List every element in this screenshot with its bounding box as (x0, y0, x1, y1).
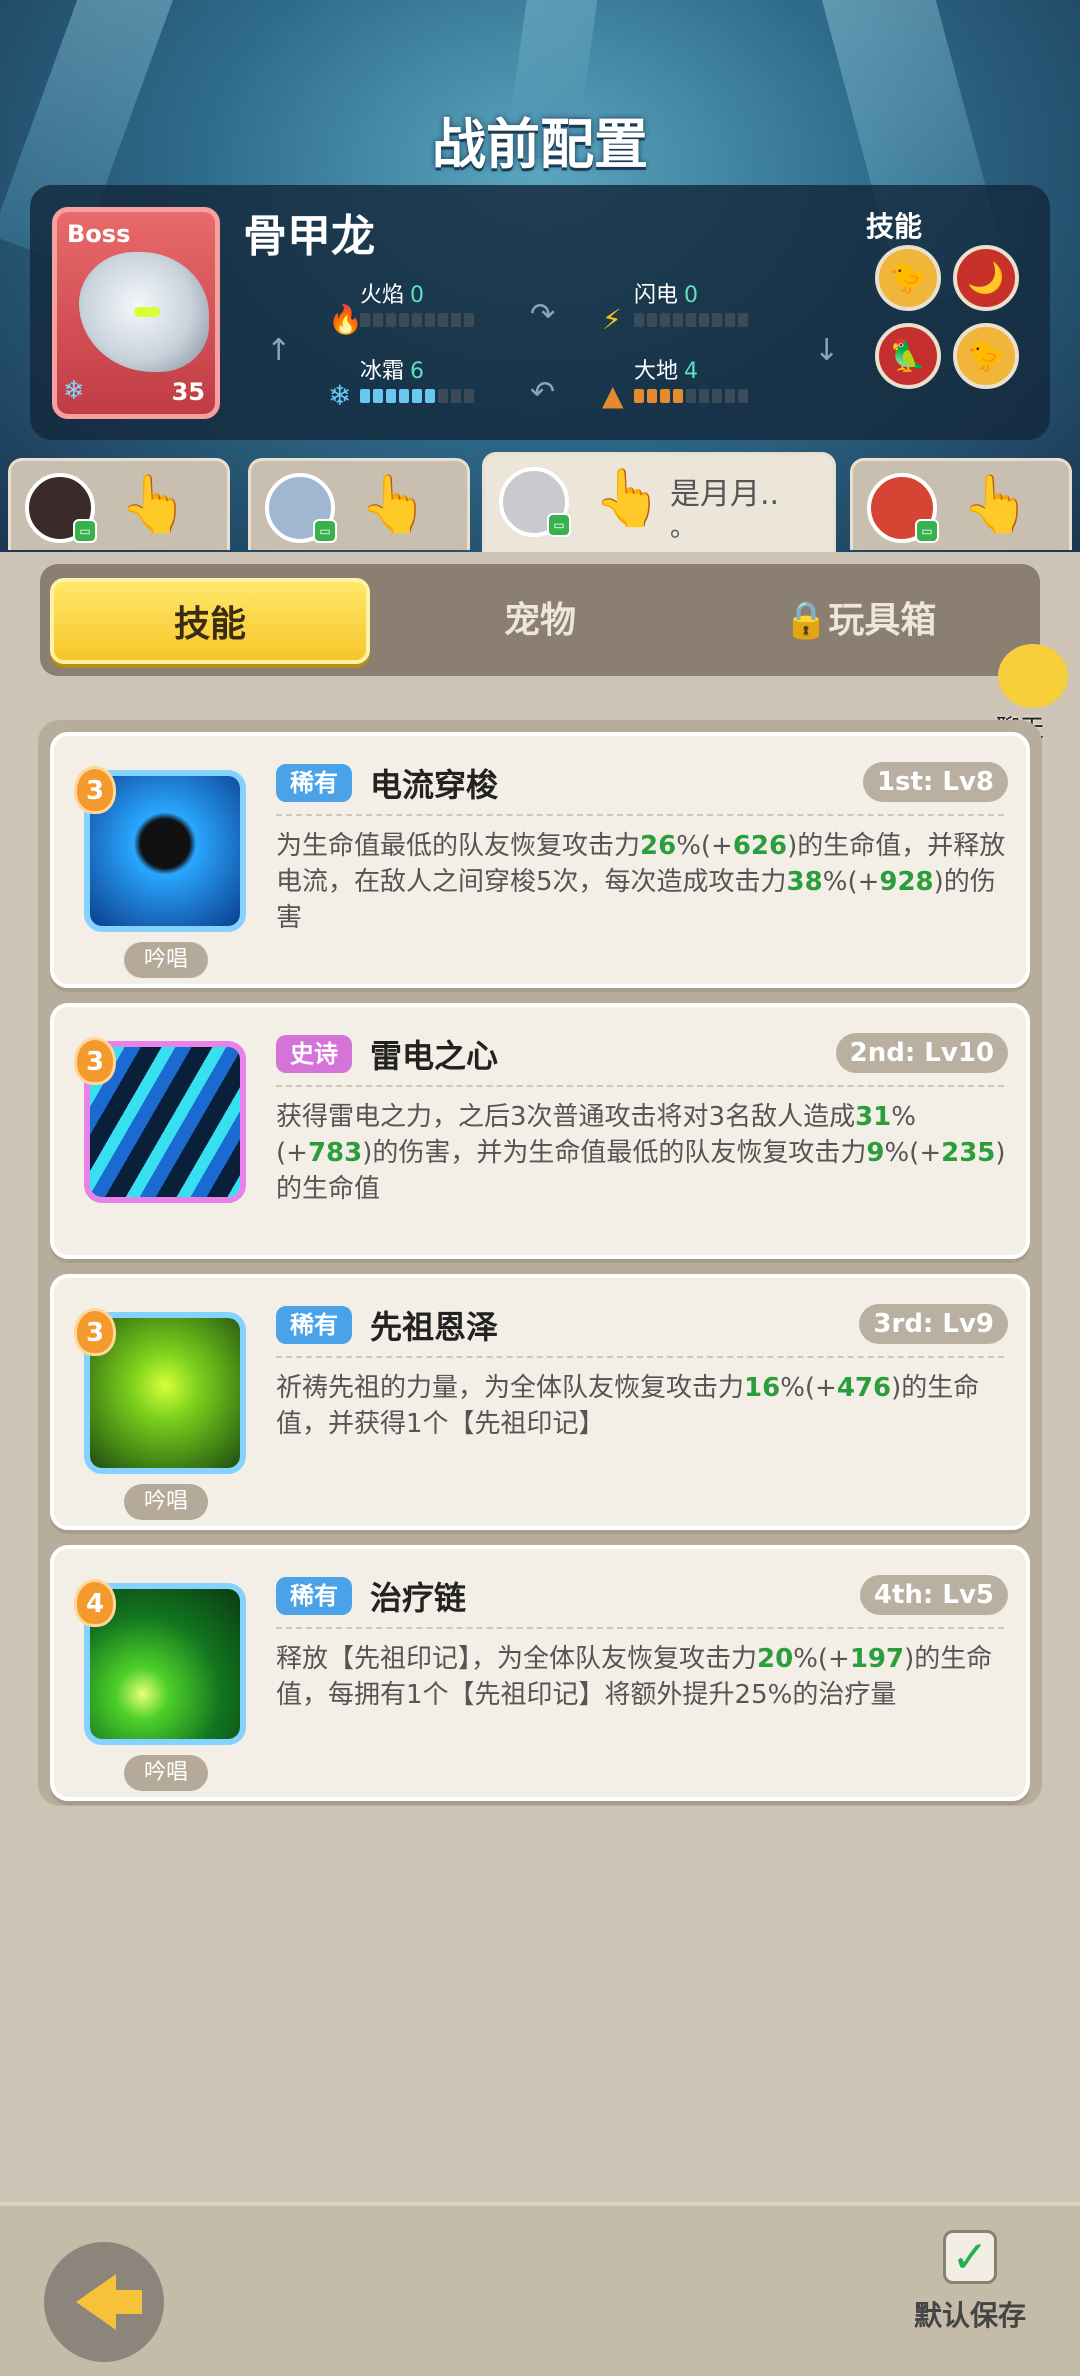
divider (276, 1085, 1004, 1087)
skill-description: 获得雷电之力，之后3次普通攻击将对3名敌人造成31%(+783)的伤害，并为生命… (276, 1102, 1006, 1204)
cycle-arrow-icon: ↑ (266, 333, 292, 368)
hero-name-continued: 。 (670, 513, 697, 543)
boss-skill-chick-icon-2[interactable]: 🐤 (953, 323, 1019, 389)
bone-dragon-portrait (79, 252, 209, 372)
boss-tag: Boss (67, 220, 131, 248)
energy-cost-badge: 3 (74, 1308, 116, 1356)
boss-name: 骨甲龙 (243, 211, 375, 262)
tab-pets[interactable]: 宠物 (380, 578, 700, 664)
divider (276, 1356, 1004, 1358)
element-name: 闪电 (634, 283, 679, 308)
element-value: 0 (684, 283, 699, 308)
hero-avatar: ▭ (499, 467, 571, 537)
skill-name: 电流穿梭 (370, 766, 499, 804)
skill-card[interactable]: 4 吟唱 稀有 治疗链 4th: Lv5 释放【先祖印记】，为全体队友恢复攻击力… (50, 1545, 1030, 1801)
hero-tab-4[interactable]: ▭ 👆 (850, 458, 1072, 550)
skill-description: 释放【先祖印记】，为全体队友恢复攻击力20%(+197)的生命值，每拥有1个【先… (276, 1644, 993, 1710)
earth-icon: ▲ (602, 379, 624, 412)
element-name: 火焰 (360, 283, 405, 308)
element-value: 4 (684, 359, 699, 384)
skill-name: 治疗链 (370, 1579, 467, 1617)
skill-slot-level: 4th: Lv5 (859, 1575, 1008, 1615)
default-save-toggle[interactable]: ✓ 默认保存 (890, 2230, 1050, 2334)
element-bar (634, 313, 748, 327)
tap-hand-icon: 👆 (359, 472, 429, 537)
default-save-label: 默认保存 (913, 2299, 1026, 2332)
element-name: 冰霜 (360, 359, 405, 384)
cycle-arrow-icon: ↷ (530, 297, 556, 332)
element-lightning: ⚡ 闪电 0 (602, 277, 748, 336)
skill-slot-level: 3rd: Lv9 (859, 1304, 1008, 1344)
skill-name: 雷电之心 (370, 1037, 499, 1075)
fire-icon: 🔥 (328, 303, 363, 336)
chant-tag: 吟唱 (124, 1755, 208, 1791)
skill-description: 祈祷先祖的力量，为全体队友恢复攻击力16%(+476)的生命值，并获得1个【先祖… (276, 1373, 980, 1439)
element-frost: ❄ 冰霜 6 (328, 353, 474, 412)
boss-skill-chick-icon[interactable]: 🐤 (875, 245, 941, 311)
lock-icon: 🔒 (783, 600, 829, 641)
element-value: 6 (410, 359, 425, 384)
energy-cost-badge: 3 (74, 766, 116, 814)
energy-cost-badge: 4 (74, 1579, 116, 1627)
boss-skills-label: 技能 (865, 210, 922, 243)
rarity-badge: 稀有 (276, 1306, 352, 1344)
skill-card[interactable]: 3 史诗 雷电之心 2nd: Lv10 获得雷电之力，之后3次普通攻击将对3名敌… (50, 1003, 1030, 1259)
skill-slot-level: 2nd: Lv10 (835, 1033, 1008, 1073)
category-tabs: 技能 宠物 🔒玩具箱 (40, 564, 1040, 676)
element-bar (360, 389, 474, 403)
chat-badge-icon: ▭ (915, 519, 939, 543)
cycle-arrow-icon: ↶ (530, 375, 556, 410)
hero-tab-2[interactable]: ▭ 👆 (248, 458, 470, 550)
divider (276, 1627, 1004, 1629)
element-value: 0 (410, 283, 425, 308)
element-bar (360, 313, 474, 327)
boss-level: 35 (171, 378, 205, 406)
boss-skill-bird-icon[interactable]: 🦜 (875, 323, 941, 389)
element-earth: ▲ 大地 4 (602, 353, 748, 412)
boss-card[interactable]: Boss ❄ 35 (52, 207, 220, 419)
back-arrow-icon (76, 2274, 142, 2330)
hero-avatar: ▭ (265, 473, 337, 543)
tap-hand-icon: 👆 (119, 472, 189, 537)
rarity-badge: 史诗 (276, 1035, 352, 1073)
hero-tab-1[interactable]: ▭ 👆 (8, 458, 230, 550)
boss-info-panel: Boss ❄ 35 骨甲龙 🔥 火焰 0 ⚡ 闪电 0 ❄ 冰霜 6 ▲ 大地 4 (30, 185, 1050, 440)
config-panel: 技能 宠物 🔒玩具箱 聊天 3 吟唱 稀有 电流穿梭 1st: Lv8 为生命值… (0, 552, 1080, 2202)
chant-tag: 吟唱 (124, 1484, 208, 1520)
tap-hand-icon: 👆 (593, 466, 663, 531)
boss-skill-fire-wave-icon[interactable]: 🌙 (953, 245, 1019, 311)
energy-cost-badge: 3 (74, 1037, 116, 1085)
hero-tab-3[interactable]: ▭ 👆 是月月.. 。 (482, 452, 836, 552)
divider (276, 814, 1004, 816)
skill-name: 先祖恩泽 (370, 1308, 499, 1346)
skill-list: 3 吟唱 稀有 电流穿梭 1st: Lv8 为生命值最低的队友恢复攻击力26%(… (38, 720, 1042, 1806)
tap-hand-icon: 👆 (961, 472, 1031, 537)
chat-badge-icon: ▭ (73, 519, 97, 543)
bottom-bar: ✓ 默认保存 (0, 2202, 1080, 2376)
frost-icon: ❄ (328, 379, 352, 412)
chat-badge-icon: ▭ (313, 519, 337, 543)
chat-badge-icon: ▭ (547, 513, 571, 537)
skill-card[interactable]: 3 吟唱 稀有 电流穿梭 1st: Lv8 为生命值最低的队友恢复攻击力26%(… (50, 732, 1030, 988)
tab-toybox-label: 玩具箱 (828, 600, 937, 641)
cycle-arrow-icon: ↓ (814, 333, 840, 368)
skill-card[interactable]: 3 吟唱 稀有 先祖恩泽 3rd: Lv9 祈祷先祖的力量，为全体队友恢复攻击力… (50, 1274, 1030, 1530)
rarity-badge: 稀有 (276, 1577, 352, 1615)
chant-tag: 吟唱 (124, 942, 208, 978)
page-title: 战前配置 (432, 113, 648, 176)
hero-avatar: ▭ (25, 473, 97, 543)
element-bar (634, 389, 748, 403)
element-fire: 🔥 火焰 0 (328, 277, 474, 336)
rarity-badge: 稀有 (276, 764, 352, 802)
frost-element-icon: ❄ (63, 376, 85, 406)
chat-blob-icon (970, 644, 1068, 708)
lightning-icon: ⚡ (602, 303, 622, 336)
checkbox-checked-icon[interactable]: ✓ (943, 2230, 997, 2284)
element-name: 大地 (634, 359, 679, 384)
skill-slot-level: 1st: Lv8 (862, 762, 1008, 802)
hero-avatar: ▭ (867, 473, 939, 543)
tab-skills[interactable]: 技能 (50, 578, 370, 664)
skill-description: 为生命值最低的队友恢复攻击力26%(+626)的生命值，并释放电流，在敌人之间穿… (276, 831, 1006, 933)
back-button[interactable] (44, 2242, 164, 2362)
